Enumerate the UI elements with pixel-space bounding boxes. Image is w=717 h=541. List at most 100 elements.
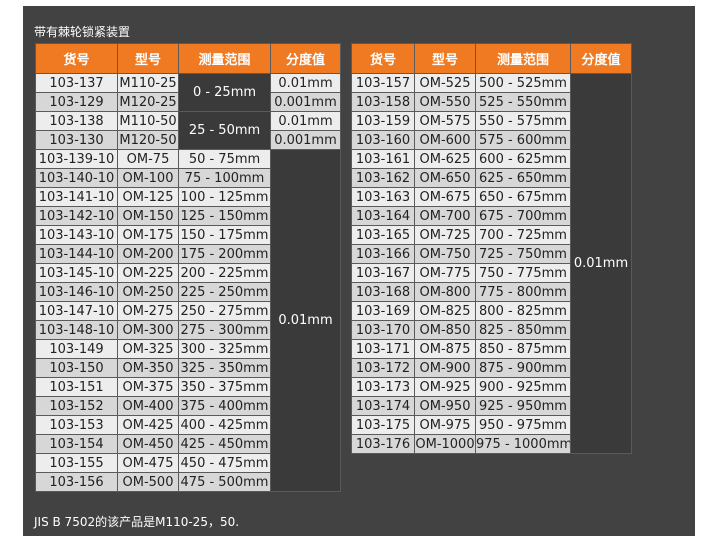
cell-code: 103-146-10 [35,282,118,302]
cell-model: OM-850 [414,320,476,340]
page-title: 带有棘轮锁紧装置 [34,25,131,39]
cell-range: 300 - 325mm [178,339,271,359]
cell-model: OM-300 [117,320,179,340]
cell-code: 103-170 [351,320,415,340]
cell-model: OM-925 [414,377,476,397]
cell-range: 50 - 75mm [178,149,271,169]
cell-code: 103-143-10 [35,225,118,245]
cell-code: 103-130 [35,130,118,150]
cell-model: OM-500 [117,472,179,492]
cell-model: OM-275 [117,301,179,321]
cell-model: OM-325 [117,339,179,359]
cell-code: 103-137 [35,73,118,93]
cell-code: 103-151 [35,377,118,397]
cell-model: OM-800 [414,282,476,302]
cell-range: 975 - 1000mm [475,434,571,454]
cell-range: 675 - 700mm [475,206,571,226]
header-range: 测量范围 [178,43,271,74]
cell-range: 525 - 550mm [475,92,571,112]
cell-range: 325 - 350mm [178,358,271,378]
cell-model: M110-50 [117,111,179,131]
cell-model: OM-675 [414,187,476,207]
cell-code: 103-176 [351,434,415,454]
cell-division: 0.001mm [270,92,341,112]
cell-range: 800 - 825mm [475,301,571,321]
cell-code: 103-149 [35,339,118,359]
cell-model: OM-900 [414,358,476,378]
cell-code: 103-150 [35,358,118,378]
cell-range: 275 - 300mm [178,320,271,340]
cell-range: 350 - 375mm [178,377,271,397]
cell-model: M120-50 [117,130,179,150]
cell-code: 103-164 [351,206,415,226]
cell-division: 0.01mm [270,73,341,93]
cell-range: 250 - 275mm [178,301,271,321]
cell-range: 400 - 425mm [178,415,271,435]
cell-code: 103-160 [351,130,415,150]
cell-range: 100 - 125mm [178,187,271,207]
header-model: 型号 [117,43,179,74]
cell-range: 750 - 775mm [475,263,571,283]
cell-model: OM-600 [414,130,476,150]
cell-range: 650 - 675mm [475,187,571,207]
header-division: 分度值 [570,43,632,74]
left-spec-table: 货号 型号 测量范围 分度值 103-137 M110-25 0 - 25mm … [35,43,341,492]
cell-code: 103-152 [35,396,118,416]
cell-code: 103-155 [35,453,118,473]
table-row: 103-139-10 OM-75 50 - 75mm 0.01mm [35,149,341,492]
cell-model: OM-550 [414,92,476,112]
cell-code: 103-145-10 [35,263,118,283]
cell-division: 0.01mm [270,149,341,492]
cell-model: OM-575 [414,111,476,131]
cell-range: 550 - 575mm [475,111,571,131]
cell-code: 103-138 [35,111,118,131]
cell-code: 103-141-10 [35,187,118,207]
cell-range: 75 - 100mm [178,168,271,188]
cell-division: 0.01mm [570,73,632,454]
table-row: 103-138 M110-50 25 - 50mm 0.01mm [35,111,341,150]
cell-code: 103-154 [35,434,118,454]
cell-range: 700 - 725mm [475,225,571,245]
cell-code: 103-165 [351,225,415,245]
cell-range: 475 - 500mm [178,472,271,492]
cell-range: 825 - 850mm [475,320,571,340]
cell-code: 103-162 [351,168,415,188]
cell-code: 103-163 [351,187,415,207]
cell-model: OM-475 [117,453,179,473]
cell-code: 103-142-10 [35,206,118,226]
cell-model: M120-25 [117,92,179,112]
cell-model: OM-125 [117,187,179,207]
cell-range: 625 - 650mm [475,168,571,188]
cell-range: 900 - 925mm [475,377,571,397]
header-row: 货号 型号 测量范围 分度值 [351,43,632,74]
footnote: JIS B 7502的该产品是M110-25，50. [34,515,240,529]
cell-code: 103-161 [351,149,415,169]
cell-code: 103-175 [351,415,415,435]
cell-code: 103-159 [351,111,415,131]
cell-model: OM-400 [117,396,179,416]
table-row: 103-157 OM-525 500 - 525mm 0.01mm [351,73,632,454]
cell-range: 950 - 975mm [475,415,571,435]
cell-code: 103-157 [351,73,415,93]
cell-code: 103-144-10 [35,244,118,264]
header-model: 型号 [414,43,476,74]
cell-model: OM-225 [117,263,179,283]
cell-model: OM-200 [117,244,179,264]
cell-code: 103-171 [351,339,415,359]
right-spec-table: 货号 型号 测量范围 分度值 103-157 OM-525 500 - 525m… [351,43,632,454]
cell-range: 125 - 150mm [178,206,271,226]
cell-division: 0.001mm [270,130,341,150]
cell-range: 925 - 950mm [475,396,571,416]
cell-model: OM-100 [117,168,179,188]
cell-code: 103-139-10 [35,149,118,169]
cell-code: 103-174 [351,396,415,416]
cell-range: 150 - 175mm [178,225,271,245]
cell-range: 175 - 200mm [178,244,271,264]
cell-model: OM-75 [117,149,179,169]
cell-code: 103-148-10 [35,320,118,340]
spec-panel: 带有棘轮锁紧装置 货号 型号 测量范围 分度值 103-137 M110-25 … [23,6,695,536]
table-row: 103-137 M110-25 0 - 25mm 0.01mm [35,73,341,112]
cell-model: M110-25 [117,73,179,93]
cell-range: 725 - 750mm [475,244,571,264]
header-row: 货号 型号 测量范围 分度值 [35,43,341,74]
